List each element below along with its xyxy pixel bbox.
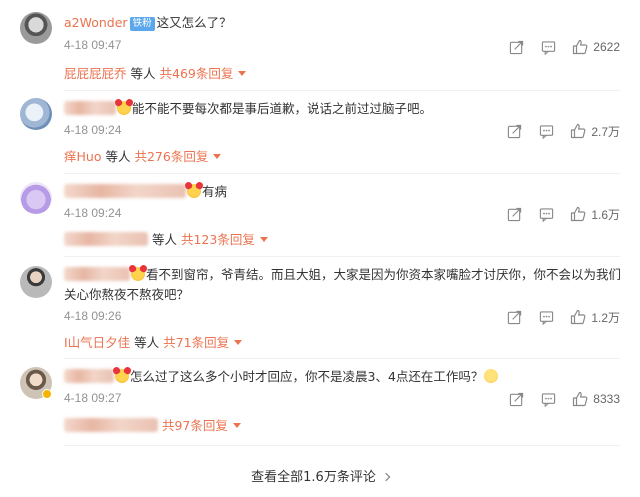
caret-down-icon[interactable] (234, 340, 243, 345)
reply-count-link[interactable]: 共469条回复 (160, 66, 234, 81)
share-icon[interactable] (506, 309, 522, 325)
reply-count-link[interactable]: 共97条回复 (162, 418, 228, 433)
reply-summary: 共97条回复 (64, 414, 620, 438)
comment-text: 这又怎么了？ (156, 15, 232, 30)
comment-icon[interactable] (540, 39, 556, 55)
comment-icon[interactable] (540, 391, 556, 407)
divider (64, 173, 620, 174)
thumbs-up-icon[interactable] (572, 39, 588, 55)
share-icon[interactable] (506, 206, 522, 222)
comment-time: 4-18 09:47 (64, 38, 122, 52)
share-icon[interactable] (508, 39, 524, 55)
blurred-reply-username[interactable] (64, 232, 148, 246)
blurred-username[interactable] (64, 101, 116, 115)
thumbs-up-icon[interactable] (570, 206, 586, 222)
divider (64, 445, 620, 446)
reply-username[interactable]: 屁屁屁屁乔 (64, 66, 127, 81)
reply-others-label: 等人 (151, 232, 177, 247)
comment-username[interactable]: a2Wonder (64, 15, 128, 30)
share-icon[interactable] (508, 391, 524, 407)
blurred-username[interactable] (64, 184, 186, 198)
avatar[interactable] (20, 98, 52, 130)
like-count: 1.6万 (591, 207, 620, 222)
caret-down-icon[interactable] (232, 423, 241, 428)
thumbs-up-icon[interactable] (570, 309, 586, 325)
comment-actions: 8333 (492, 390, 620, 408)
comment-time: 4-18 09:24 (64, 206, 122, 220)
caret-down-icon[interactable] (259, 237, 268, 242)
reply-username[interactable]: 痒Huo (64, 149, 101, 164)
view-all-label: 查看全部1.6万条评论 (251, 470, 376, 485)
reply-count-link[interactable]: 共123条回复 (181, 232, 255, 247)
blurred-username[interactable] (64, 369, 114, 383)
share-icon[interactable] (506, 123, 522, 139)
reply-others-label: 等人 (134, 335, 160, 350)
comment-text: 看不到窗帘，爷青结。而且大姐，大家是因为你资本家嘴脸才讨厌你，你不会以为我们关心… (64, 267, 622, 302)
comment-text: 有病 (202, 184, 228, 199)
reply-others-label: 等人 (105, 149, 131, 164)
view-all-comments-link[interactable]: 查看全部1.6万条评论 (0, 466, 640, 485)
reply-count-link[interactable]: 共276条回复 (134, 149, 208, 164)
comment-time: 4-18 09:24 (64, 123, 122, 137)
heart-eyes-emoji-icon (117, 101, 131, 115)
blurred-reply-username[interactable] (64, 418, 158, 432)
thinking-emoji-icon (484, 369, 499, 383)
heart-eyes-emoji-icon (115, 369, 129, 383)
chevron-right-icon (381, 472, 391, 482)
comment-time: 4-18 09:26 (64, 309, 122, 323)
divider (64, 90, 620, 91)
comment-icon[interactable] (538, 309, 554, 325)
comment-actions: 2.7万 (490, 122, 620, 140)
like-count: 1.2万 (591, 310, 620, 325)
vip-badge-icon (42, 389, 52, 399)
like-count: 2622 (593, 40, 620, 54)
divider (64, 358, 620, 359)
avatar[interactable] (20, 367, 52, 399)
caret-down-icon[interactable] (238, 71, 247, 76)
caret-down-icon[interactable] (213, 154, 222, 159)
like-count: 8333 (593, 392, 620, 406)
reply-summary: 痒Huo 等人 共276条回复 (64, 145, 620, 169)
like-count: 2.7万 (591, 124, 620, 139)
reply-count-link[interactable]: 共71条回复 (163, 335, 229, 350)
thumbs-up-icon[interactable] (572, 391, 588, 407)
comment-icon[interactable] (538, 123, 554, 139)
thumbs-up-icon[interactable] (570, 123, 586, 139)
comment-time: 4-18 09:27 (64, 391, 122, 405)
comment-actions: 2622 (492, 38, 620, 56)
avatar[interactable] (20, 182, 52, 214)
reply-username[interactable]: I山气日夕佳 (64, 335, 130, 350)
reply-summary: I山气日夕佳 等人 共71条回复 (64, 331, 620, 355)
comment-text: 怎么过了这么多个小时才回应，你不是凌晨3、4点还在工作吗？ (130, 369, 484, 384)
comment-text: 能不能不要每次都是事后道歉，说话之前过过脑子吧。 (132, 101, 433, 116)
reply-summary: 等人 共123条回复 (64, 228, 620, 252)
reply-others-label: 等人 (130, 66, 156, 81)
comment-actions: 1.2万 (490, 308, 620, 326)
divider (64, 256, 620, 257)
comment-icon[interactable] (538, 206, 554, 222)
heart-eyes-emoji-icon (187, 184, 201, 198)
fan-badge: 铁粉 (129, 17, 155, 31)
blurred-username[interactable] (64, 267, 130, 281)
reply-summary: 屁屁屁屁乔 等人 共469条回复 (64, 62, 620, 86)
comment-actions: 1.6万 (490, 205, 620, 223)
heart-eyes-emoji-icon (131, 267, 145, 281)
avatar[interactable] (20, 266, 52, 298)
avatar[interactable] (20, 12, 52, 44)
